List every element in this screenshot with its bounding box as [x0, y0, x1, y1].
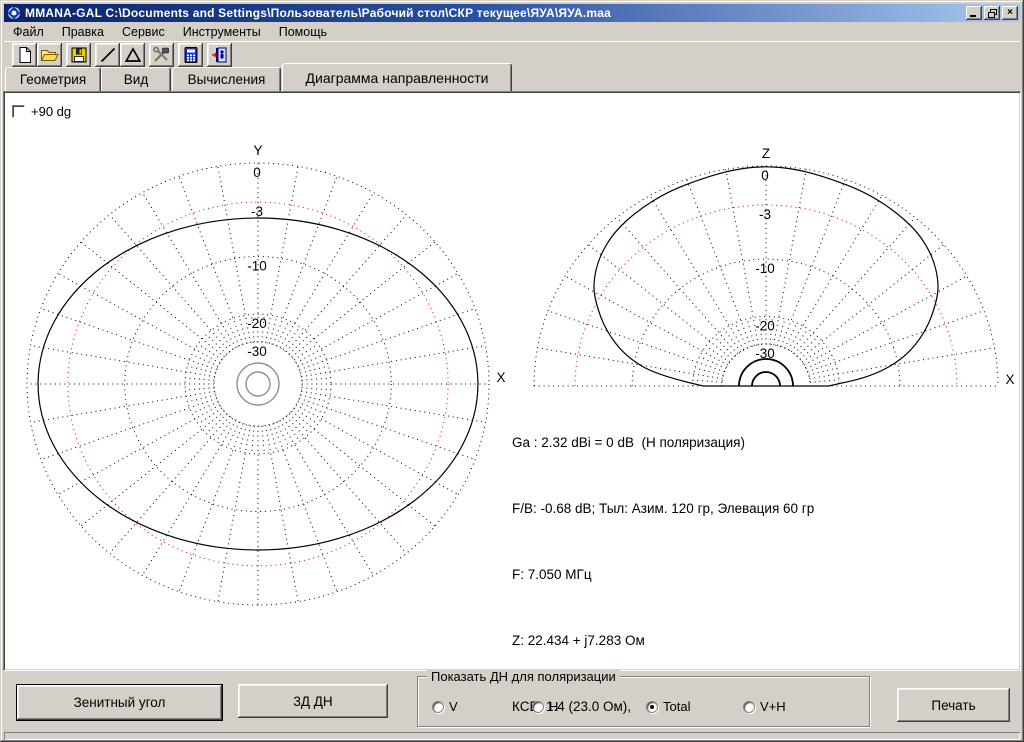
result-impedance: Z: 22.434 + j7.283 Ом	[512, 630, 992, 652]
svg-text:-30: -30	[247, 344, 267, 359]
tab-geometry[interactable]: Геометрия	[5, 67, 101, 91]
svg-text:Y: Y	[253, 143, 262, 158]
result-fb: F/B: -0.68 dB; Тыл: Азим. 120 гр, Элевац…	[512, 498, 992, 520]
radio-total[interactable]: Total	[646, 699, 690, 714]
triangle-icon	[124, 46, 142, 64]
close-button[interactable]: ×	[1002, 6, 1018, 20]
save-icon	[70, 46, 88, 64]
svg-text:0: 0	[761, 168, 769, 183]
pattern-panel: 0-3-10-20-30YX0-3-10-20-30ZX +90 dg Ga :…	[3, 91, 1021, 671]
svg-text:X: X	[1005, 372, 1014, 387]
menu-service[interactable]: Сервис	[113, 24, 174, 40]
menu-tools[interactable]: Инструменты	[174, 24, 270, 40]
triangle-button[interactable]	[120, 43, 145, 67]
exit-button[interactable]	[207, 43, 232, 67]
open-file-button[interactable]	[37, 43, 62, 67]
result-gain: Ga : 2.32 dBi = 0 dB (H поляризация)	[512, 432, 992, 454]
polarization-group-label: Показать ДН для поляризации	[427, 669, 620, 684]
svg-text:-3: -3	[759, 207, 771, 222]
status-bar	[4, 732, 1020, 740]
svg-text:-20: -20	[247, 316, 267, 331]
titlebar: MMANA-GAL C:\Documents and Settings\Поль…	[4, 4, 1020, 22]
calculate-button[interactable]	[178, 43, 203, 67]
svg-text:Z: Z	[762, 146, 770, 161]
3d-pattern-button[interactable]: 3Д ДН	[238, 684, 388, 718]
open-folder-icon	[40, 46, 59, 64]
menu-edit[interactable]: Правка	[53, 24, 113, 40]
radio-v[interactable]: V	[432, 699, 458, 714]
new-document-icon	[16, 46, 34, 64]
minimize-icon	[970, 9, 978, 17]
result-frequency: F: 7.050 МГц	[512, 564, 992, 586]
exit-icon	[210, 46, 229, 64]
radio-v-plus-h[interactable]: V+H	[743, 699, 786, 714]
radio-v-plus-h-circle[interactable]	[743, 701, 755, 713]
svg-text:0: 0	[253, 165, 261, 180]
app-icon	[7, 6, 21, 20]
menu-help[interactable]: Помощь	[270, 24, 336, 40]
new-file-button[interactable]	[12, 43, 37, 67]
calculator-icon	[182, 46, 200, 64]
toolbar	[4, 41, 1020, 68]
svg-text:-20: -20	[755, 318, 775, 333]
window-title: MMANA-GAL C:\Documents and Settings\Поль…	[25, 6, 964, 20]
restore-button[interactable]	[984, 6, 1000, 20]
polarization-groupbox: Показать ДН для поляризации V H Total V+…	[417, 676, 870, 727]
radio-h[interactable]: H	[532, 699, 558, 714]
plus90-checkbox-label: +90 dg	[31, 104, 71, 119]
tab-radiation-pattern[interactable]: Диаграмма направленности	[282, 63, 512, 91]
radio-h-circle[interactable]	[532, 701, 544, 713]
menu-bar: Файл Правка Сервис Инструменты Помощь	[4, 23, 1020, 41]
menu-file[interactable]: Файл	[4, 24, 53, 40]
line-icon	[99, 46, 117, 64]
tab-calculations[interactable]: Вычисления	[172, 67, 281, 91]
svg-text:-10: -10	[247, 258, 267, 273]
save-file-button[interactable]	[66, 43, 91, 67]
minimize-button[interactable]	[966, 6, 982, 20]
tools-icon	[152, 46, 171, 64]
wire-line-button[interactable]	[95, 43, 120, 67]
app-window: MMANA-GAL C:\Documents and Settings\Поль…	[0, 0, 1024, 742]
restore-icon	[988, 9, 997, 18]
radio-total-circle[interactable]	[646, 701, 658, 713]
svg-text:-10: -10	[755, 261, 775, 276]
plus90-checkbox[interactable]	[12, 105, 25, 118]
tab-bar: Геометрия Вид Вычисления Диаграмма напра…	[4, 67, 1020, 91]
svg-text:-3: -3	[251, 204, 263, 219]
tab-view[interactable]: Вид	[101, 67, 171, 91]
svg-text:X: X	[496, 370, 505, 385]
optimization-button[interactable]	[149, 43, 174, 67]
zenith-angle-button[interactable]: Зенитный угол	[16, 684, 223, 721]
radio-v-circle[interactable]	[432, 701, 444, 713]
print-button[interactable]: Печать	[897, 688, 1010, 722]
